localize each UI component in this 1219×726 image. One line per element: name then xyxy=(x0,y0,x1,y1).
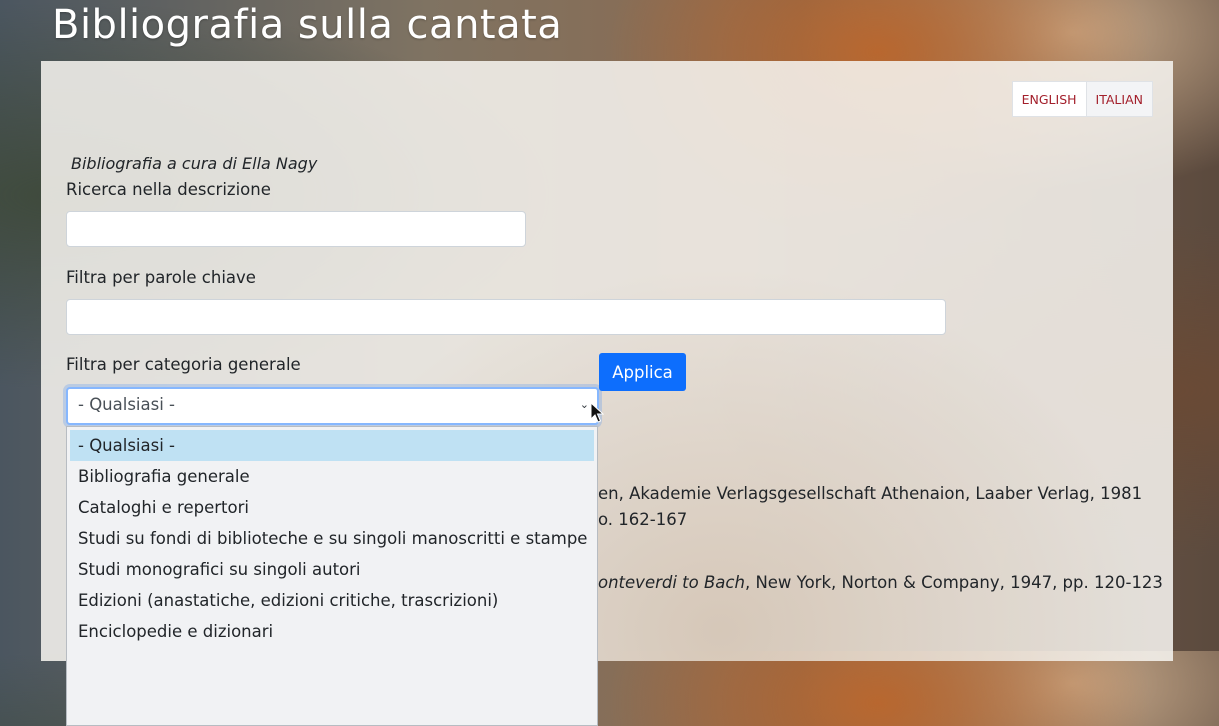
keywords-input[interactable] xyxy=(66,299,946,335)
chevron-down-icon: ⌄ xyxy=(579,398,589,411)
category-option[interactable]: Edizioni (anastatiche, edizioni critiche… xyxy=(70,585,594,616)
result-2-details: , New York, Norton & Company, 1947, pp. … xyxy=(744,573,1163,592)
category-label: Filtra per categoria generale xyxy=(66,355,301,374)
language-italian-button[interactable]: ITALIAN xyxy=(1085,82,1152,116)
category-dropdown-list: - Qualsiasi - Bibliografia generale Cata… xyxy=(66,426,598,726)
category-option[interactable]: Cataloghi e repertori xyxy=(70,492,594,523)
main-panel: ENGLISH ITALIAN Bibliografia a cura di E… xyxy=(41,61,1173,726)
category-option[interactable]: - Qualsiasi - xyxy=(70,430,594,461)
category-option[interactable]: Bibliografia generale xyxy=(70,461,594,492)
page-title: Bibliografia sulla cantata xyxy=(52,2,563,48)
category-option[interactable]: Studi su fondi di biblioteche e su singo… xyxy=(70,523,594,554)
language-english-button[interactable]: ENGLISH xyxy=(1012,82,1086,116)
result-1-line-1: en, Akademie Verlagsgesellschaft Athenai… xyxy=(598,484,1143,503)
keywords-label: Filtra per parole chiave xyxy=(66,268,256,287)
search-label: Ricerca nella descrizione xyxy=(66,180,271,199)
category-select[interactable]: - Qualsiasi - ⌄ xyxy=(66,387,599,425)
result-1-line-2: o. 162-167 xyxy=(598,510,688,529)
category-selected-value: - Qualsiasi - xyxy=(78,395,176,414)
language-switcher: ENGLISH ITALIAN xyxy=(1011,81,1153,117)
apply-button[interactable]: Applica xyxy=(599,353,686,391)
result-2-title: onteverdi to Bach xyxy=(598,573,745,592)
search-input[interactable] xyxy=(66,211,526,247)
mouse-cursor-icon xyxy=(590,402,604,423)
bibliography-credit: Bibliografia a cura di Ella Nagy xyxy=(71,154,318,173)
category-option[interactable]: Studi monografici su singoli autori xyxy=(70,554,594,585)
result-2: onteverdi to Bach, New York, Norton & Co… xyxy=(598,573,1163,592)
category-option[interactable]: Enciclopedie e dizionari xyxy=(70,616,594,647)
